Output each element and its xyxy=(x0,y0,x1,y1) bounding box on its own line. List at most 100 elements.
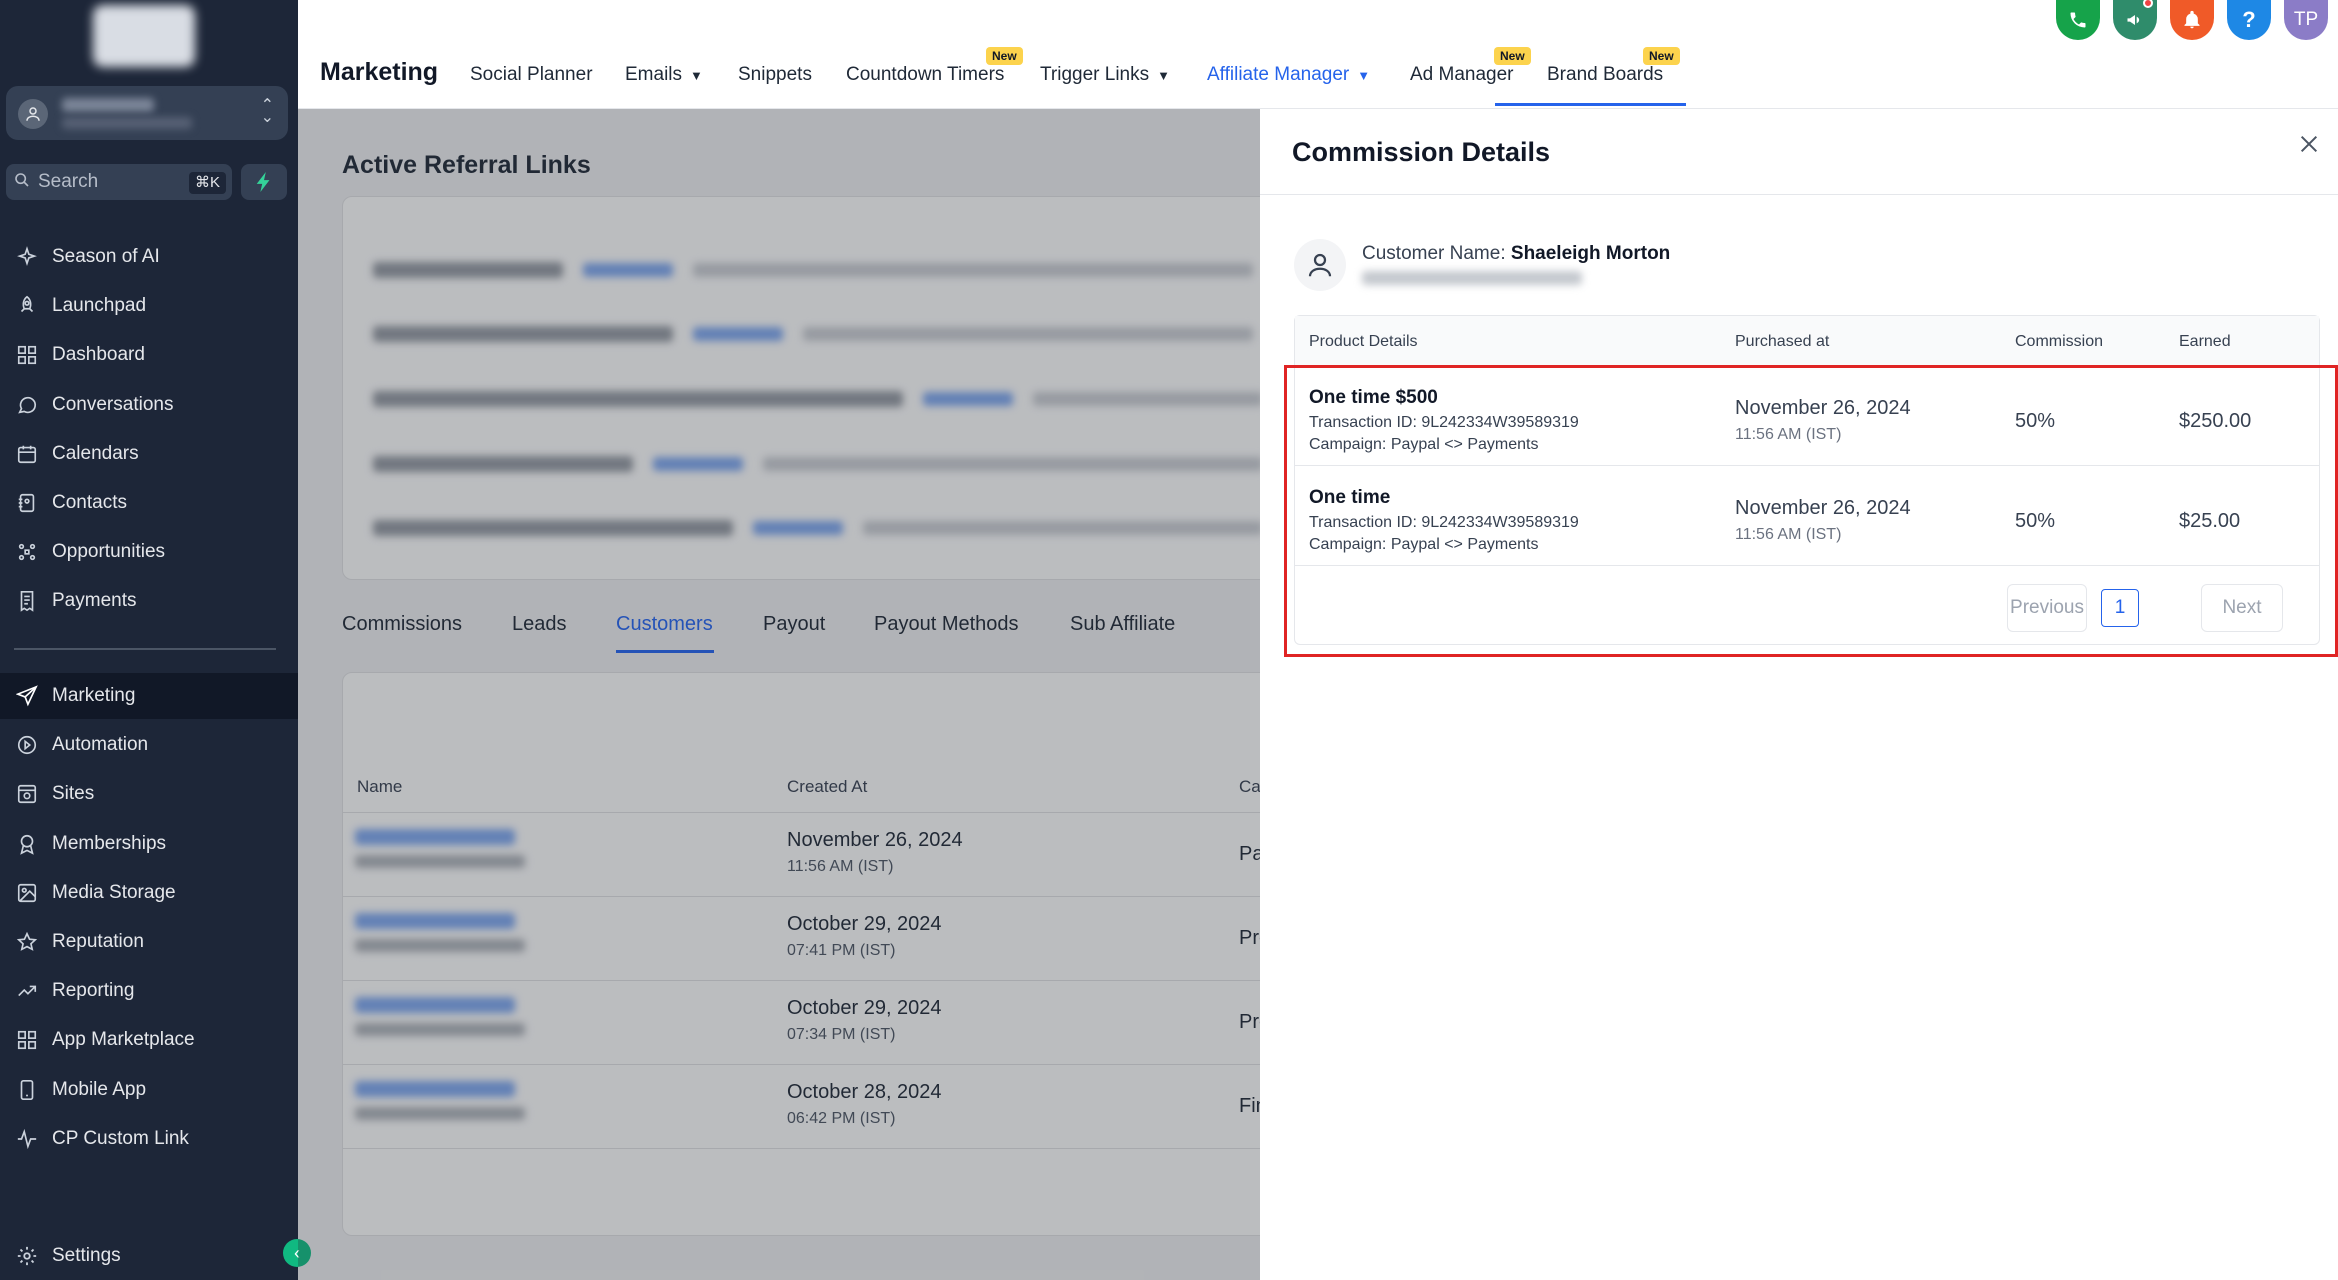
account-switcher[interactable]: ⌃ ⌄ xyxy=(6,86,288,140)
sidebar: ⌃ ⌄ Search ⌘K Season of AI Launchpad Dashbo… xyxy=(0,0,311,1280)
sidebar-item-media-storage[interactable]: Media Storage xyxy=(0,870,298,916)
sidebar-item-label: Settings xyxy=(52,1245,121,1266)
grid-icon xyxy=(14,342,40,368)
phone-icon xyxy=(14,1077,40,1103)
sidebar-item-reputation[interactable]: Reputation xyxy=(0,919,298,965)
sidebar-item-label: Season of AI xyxy=(52,246,160,267)
sidebar-item-conversations[interactable]: Conversations xyxy=(0,382,298,428)
tab-label: Brand Boards xyxy=(1547,64,1664,85)
sidebar-item-label: Automation xyxy=(52,734,149,756)
sidebar-item-label: Reputation xyxy=(52,931,144,952)
tab-countdown-timers[interactable]: Countdown Timers xyxy=(846,64,1004,86)
column-header: Purchased at xyxy=(1735,333,1830,350)
column-header: Earned xyxy=(2179,333,2231,350)
megaphone-icon[interactable] xyxy=(2113,0,2157,40)
tab-ad-manager[interactable]: Ad Manager xyxy=(1410,64,1514,86)
tab-emails[interactable]: Emails ▼ xyxy=(625,64,703,86)
tab-label: Countdown Timers xyxy=(846,64,1005,85)
contacts-icon xyxy=(14,490,40,516)
sidebar-item-opportunities[interactable]: Opportunities xyxy=(0,529,298,575)
link-icon xyxy=(14,1126,40,1152)
tab-affiliate-manager[interactable]: Affiliate Manager ▼ xyxy=(1207,64,1370,86)
tab-label: Emails xyxy=(625,64,683,85)
sidebar-item-sites[interactable]: Sites xyxy=(0,771,298,817)
sidebar-divider xyxy=(14,648,276,650)
tab-snippets[interactable]: Snippets xyxy=(738,64,812,86)
sidebar-item-season-of-ai[interactable]: Season of AI xyxy=(0,234,298,280)
tab-brand-boards[interactable]: Brand Boards xyxy=(1547,64,1663,86)
highlight-annotation-box xyxy=(1284,365,2338,657)
apps-icon xyxy=(14,1027,40,1053)
trend-icon xyxy=(14,978,40,1004)
automation-icon xyxy=(14,732,40,758)
sparkle-icon xyxy=(14,244,40,270)
sidebar-item-mobile-app[interactable]: Mobile App xyxy=(0,1067,298,1113)
calendar-icon xyxy=(14,441,40,467)
sidebar-item-label: Launchpad xyxy=(52,295,147,317)
close-icon[interactable] xyxy=(2298,129,2320,163)
chevron-down-icon: ▼ xyxy=(1157,68,1170,83)
company-logo[interactable] xyxy=(93,5,195,67)
notification-dot xyxy=(2143,0,2153,8)
tab-label: Social Planner xyxy=(470,64,593,85)
sidebar-item-label: Mobile App xyxy=(52,1078,147,1100)
sidebar-item-automation[interactable]: Automation xyxy=(0,722,298,768)
sidebar-item-cp-custom-link[interactable]: CP Custom Link xyxy=(0,1116,298,1162)
chevron-updown-icon: ⌃ ⌄ xyxy=(260,97,274,126)
commission-details-drawer: Commission Details Customer Name: Shaele… xyxy=(1260,109,2338,1280)
sidebar-item-memberships[interactable]: Memberships xyxy=(0,821,298,867)
image-icon xyxy=(14,880,40,906)
sidebar-item-label: CP Custom Link xyxy=(52,1127,189,1149)
new-badge: New xyxy=(1643,47,1680,65)
customer-email-redacted xyxy=(1362,271,1582,285)
sidebar-item-dashboard[interactable]: Dashboard xyxy=(0,332,298,378)
sidebar-item-contacts[interactable]: Contacts xyxy=(0,480,298,526)
sidebar-item-settings[interactable]: Settings xyxy=(0,1233,298,1279)
sidebar-item-label: Dashboard xyxy=(52,344,145,366)
search-icon xyxy=(14,172,30,193)
user-avatar[interactable]: TP xyxy=(2284,0,2328,40)
sidebar-item-marketing[interactable]: Marketing xyxy=(0,673,298,719)
tab-social-planner[interactable]: Social Planner xyxy=(470,64,593,86)
sidebar-item-label: Media Storage xyxy=(52,881,176,903)
sidebar-item-label: Reporting xyxy=(52,980,135,1002)
phone-icon[interactable] xyxy=(2056,0,2100,40)
tab-trigger-links[interactable]: Trigger Links ▼ xyxy=(1040,64,1170,86)
sidebar-item-launchpad[interactable]: Launchpad xyxy=(0,283,298,329)
sidebar-item-reporting[interactable]: Reporting xyxy=(0,968,298,1014)
customer-name: Shaeleigh Morton xyxy=(1510,243,1671,264)
tab-label: Ad Manager xyxy=(1410,64,1514,85)
sidebar-item-app-marketplace[interactable]: App Marketplace xyxy=(0,1017,298,1063)
sidebar-item-label: Conversations xyxy=(52,393,174,415)
sidebar-item-label: Opportunities xyxy=(52,541,166,563)
customer-avatar-icon xyxy=(1294,239,1346,291)
column-header: Product Details xyxy=(1309,333,1418,350)
help-icon[interactable]: ? xyxy=(2227,0,2271,40)
new-badge: New xyxy=(986,47,1023,65)
bell-icon[interactable] xyxy=(2170,0,2214,40)
page-title: Marketing xyxy=(320,58,439,86)
sidebar-item-label: Calendars xyxy=(52,442,139,464)
account-address-redacted xyxy=(62,117,192,129)
account-icon xyxy=(18,99,48,129)
customer-name-label: Customer Name: xyxy=(1362,243,1506,264)
search-placeholder: Search xyxy=(38,171,99,192)
sidebar-item-label: Sites xyxy=(52,783,95,805)
sites-icon xyxy=(14,781,40,807)
sidebar-item-label: Payments xyxy=(52,590,137,612)
sidebar-item-calendars[interactable]: Calendars xyxy=(0,431,298,477)
send-icon xyxy=(14,683,40,709)
modal-backdrop[interactable] xyxy=(298,109,1260,1280)
star-icon xyxy=(14,929,40,955)
top-navigation: Marketing Social Planner Emails ▼ Snippet… xyxy=(298,0,2338,109)
tab-label: Snippets xyxy=(738,64,812,85)
quick-action-bolt-icon[interactable] xyxy=(241,164,287,200)
receipt-icon xyxy=(14,588,40,614)
drawer-title: Commission Details xyxy=(1292,137,1551,167)
commission-table-header: Product Details Purchased at Commission … xyxy=(1295,316,2319,366)
new-badge: New xyxy=(1494,47,1531,65)
badge-icon xyxy=(14,831,40,857)
search-input[interactable]: Search ⌘K xyxy=(6,164,232,200)
sidebar-item-payments[interactable]: Payments xyxy=(0,578,298,624)
sidebar-item-label: Memberships xyxy=(52,832,167,854)
